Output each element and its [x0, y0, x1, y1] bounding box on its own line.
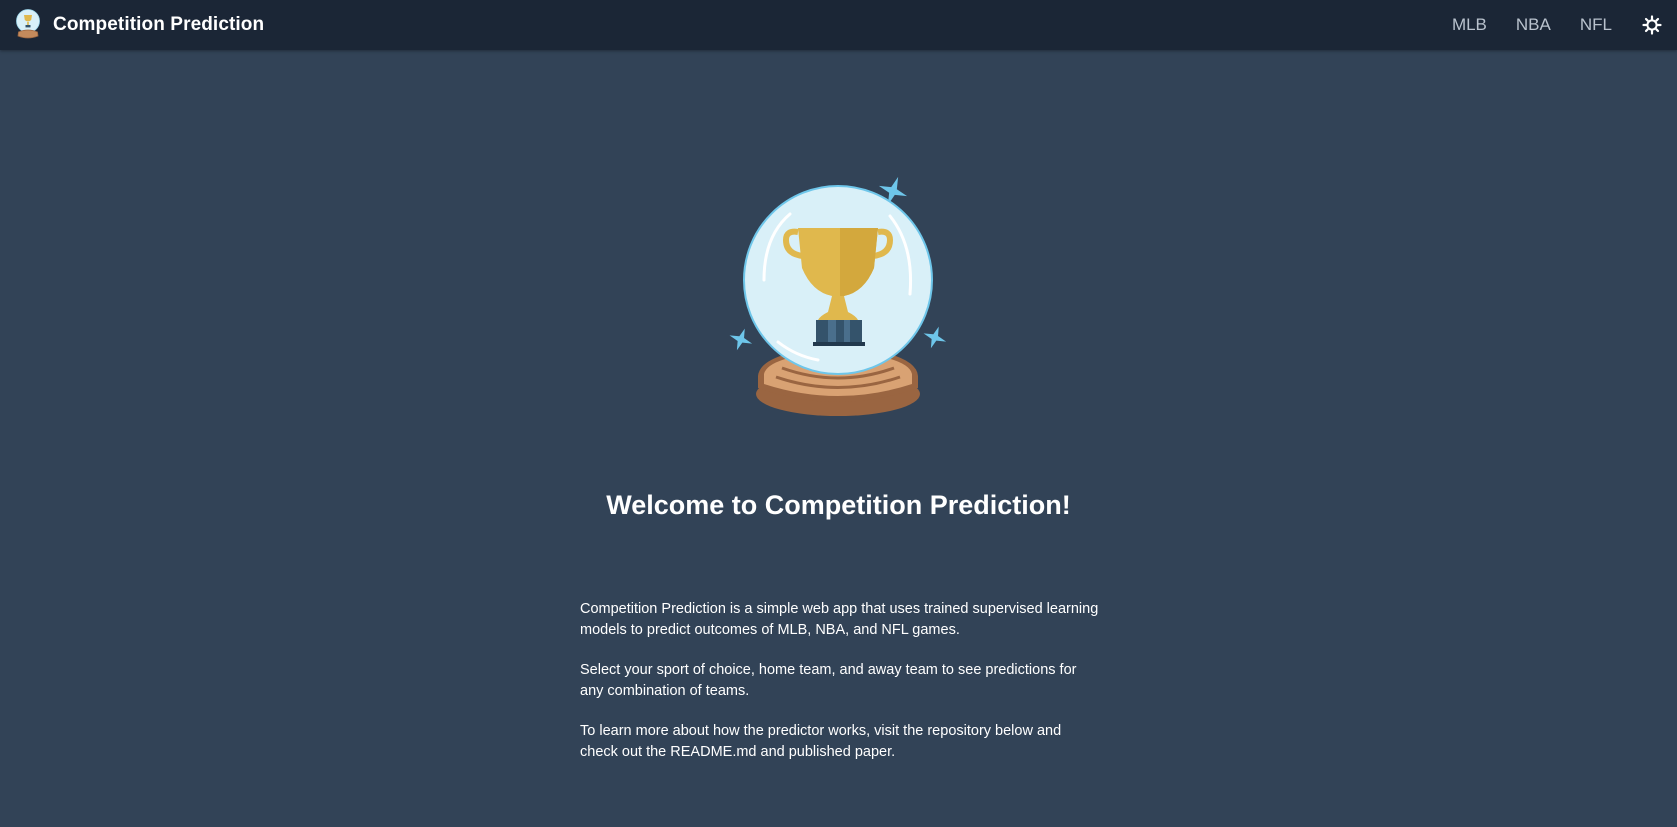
nav-links: MLB NBA NFL	[1452, 0, 1677, 50]
intro-text: Competition Prediction is a simple web a…	[580, 599, 1100, 782]
crystal-ball-trophy-icon	[729, 176, 947, 416]
sun-icon	[1642, 15, 1662, 35]
theme-toggle-button[interactable]	[1641, 14, 1663, 36]
intro-paragraph-3: To learn more about how the predictor wo…	[580, 723, 1062, 760]
crystal-ball-trophy-icon	[16, 9, 40, 39]
nav-link-nba[interactable]: NBA	[1516, 15, 1551, 35]
nav-link-nfl[interactable]: NFL	[1580, 15, 1612, 35]
brand-name: Competition Prediction	[53, 14, 265, 35]
top-navbar: Competition Prediction MLB NBA NFL	[0, 0, 1677, 50]
brand-home-link[interactable]: Competition Prediction	[14, 8, 264, 42]
nav-link-mlb[interactable]: MLB	[1452, 15, 1487, 35]
welcome-heading: Welcome to Competition Prediction!	[606, 490, 1071, 520]
intro-paragraph-1: Competition Prediction is a simple web a…	[580, 601, 1099, 638]
intro-paragraph-2: Select your sport of choice, home team, …	[580, 662, 1077, 699]
